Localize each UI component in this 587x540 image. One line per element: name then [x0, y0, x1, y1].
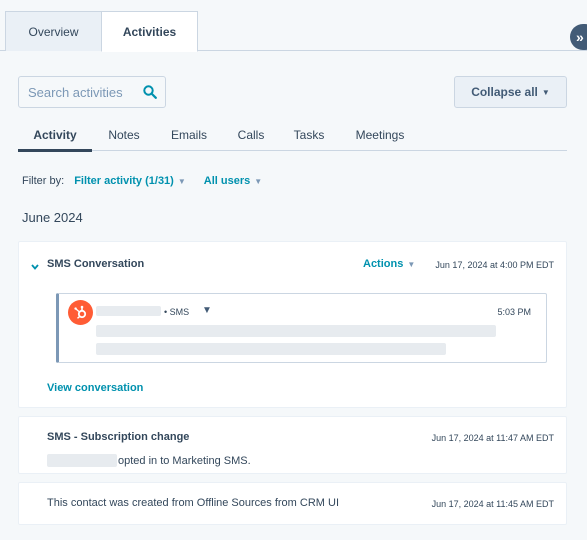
double-chevron-right-icon[interactable]: »: [570, 24, 587, 50]
tab-tasks-label: Tasks: [293, 128, 325, 142]
actions-label: Actions: [363, 258, 404, 270]
subscription-change-card: SMS - Subscription change Jun 17, 2024 a…: [18, 416, 567, 474]
collapse-all-button[interactable]: Collapse all ▼: [454, 76, 567, 108]
tab-notes[interactable]: Notes: [92, 120, 156, 150]
filter-bar: Filter by: Filter activity (1/31) ▼ All …: [22, 173, 280, 189]
sms-message-preview[interactable]: • SMS ▼ 5:03 PM: [56, 293, 547, 363]
filter-by-label: Filter by:: [22, 175, 65, 187]
all-users-dropdown[interactable]: All users ▼: [204, 175, 262, 187]
tab-activities-label: Activities: [122, 24, 177, 39]
search-placeholder: Search activities: [28, 84, 123, 100]
caret-down-icon: ▼: [177, 176, 186, 186]
tab-notes-label: Notes: [108, 128, 140, 142]
tab-activities[interactable]: Activities: [101, 11, 198, 52]
card-timestamp: Jun 17, 2024 at 11:45 AM EDT: [431, 499, 554, 509]
card-timestamp: Jun 17, 2024 at 4:00 PM EDT: [435, 260, 554, 270]
contact-created-card: This contact was created from Offline So…: [18, 482, 567, 525]
chevron-down-icon[interactable]: [31, 262, 39, 272]
message-channel: • SMS: [164, 307, 190, 317]
tab-meetings-label: Meetings: [355, 128, 405, 142]
search-icon[interactable]: [135, 77, 165, 107]
activity-type-tabs: Activity Notes Emails Calls Tasks Meetin…: [18, 120, 567, 152]
created-text: This contact was created from Offline So…: [47, 497, 339, 509]
card-title[interactable]: SMS - Subscription change: [47, 431, 189, 443]
hubspot-sprocket-icon: [68, 300, 93, 325]
search-activities-input[interactable]: Search activities: [18, 76, 166, 108]
triangle-down-icon[interactable]: ▼: [202, 305, 212, 316]
tab-activity[interactable]: Activity: [18, 120, 92, 152]
filter-activity-dropdown[interactable]: Filter activity (1/31) ▼: [74, 175, 186, 187]
redacted-message-line: [96, 343, 446, 355]
tab-overview[interactable]: Overview: [5, 11, 102, 51]
caret-down-icon: ▼: [407, 259, 416, 269]
tab-overview-label: Overview: [28, 24, 79, 39]
subscription-message: opted in to Marketing SMS.: [118, 454, 251, 467]
caret-down-icon: ▼: [541, 87, 550, 97]
month-header: June 2024: [22, 210, 83, 225]
redacted-message-line: [96, 325, 496, 337]
tab-activity-label: Activity: [33, 127, 77, 142]
activities-panel: Search activities Collapse all ▼ Activit…: [0, 52, 587, 540]
view-conversation-link[interactable]: View conversation: [47, 382, 143, 394]
all-users-label: All users: [203, 175, 251, 187]
tab-emails[interactable]: Emails: [161, 120, 217, 150]
record-tabs: Overview Activities »: [0, 0, 587, 52]
message-time: 5:03 PM: [497, 307, 531, 317]
actions-dropdown[interactable]: Actions ▼: [363, 258, 415, 270]
sms-conversation-card: SMS Conversation Actions ▼ Jun 17, 2024 …: [18, 241, 567, 408]
tab-calls[interactable]: Calls: [226, 120, 276, 150]
caret-down-icon: ▼: [254, 176, 263, 186]
card-timestamp: Jun 17, 2024 at 11:47 AM EDT: [431, 433, 554, 443]
tab-calls-label: Calls: [237, 128, 265, 142]
redacted-sender: [96, 306, 161, 316]
redacted-contact-name: [47, 454, 117, 467]
card-title[interactable]: SMS Conversation: [47, 258, 144, 270]
tab-meetings[interactable]: Meetings: [348, 120, 412, 150]
tab-emails-label: Emails: [170, 128, 207, 142]
tab-tasks[interactable]: Tasks: [286, 120, 332, 150]
subscription-text: opted in to Marketing SMS.: [47, 454, 251, 467]
collapse-all-label: Collapse all: [471, 85, 538, 99]
filter-activity-label: Filter activity (1/31): [74, 175, 174, 187]
